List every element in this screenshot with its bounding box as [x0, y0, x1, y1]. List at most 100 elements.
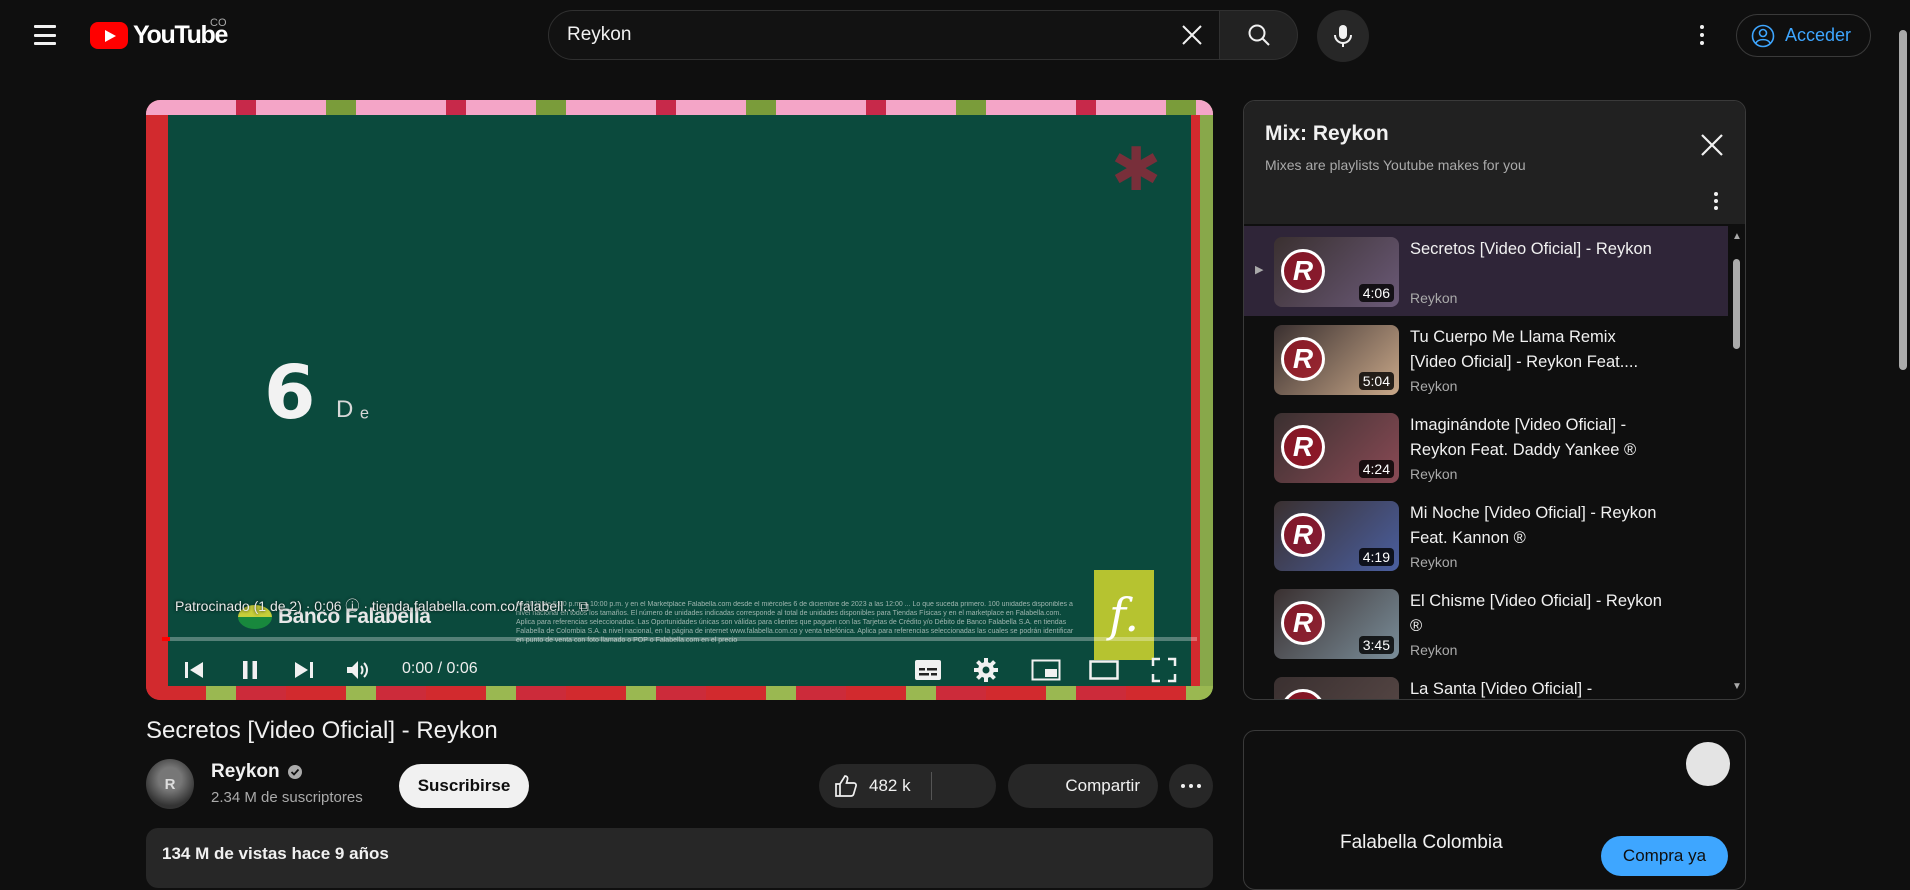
subscribe-button[interactable]: Suscribirse	[399, 764, 529, 808]
description-box[interactable]: 134 M de vistas hace 9 años	[146, 828, 1213, 888]
search-icon	[1248, 24, 1270, 46]
mix-thumbnail: R	[1274, 677, 1399, 699]
view-stats: 134 M de vistas hace 9 años	[162, 844, 389, 863]
previous-icon[interactable]	[176, 648, 212, 692]
progress-bar[interactable]	[162, 637, 1197, 641]
thumbs-up-icon	[835, 775, 857, 797]
mix-item-title: Tu Cuerpo Me Llama Remix [Video Oficial]…	[1410, 328, 1639, 371]
mix-item-channel: Reykon	[1410, 378, 1458, 394]
page-scroll-thumb[interactable]	[1899, 30, 1907, 370]
reykon-logo-icon: R	[1281, 249, 1325, 293]
country-code: CO	[210, 17, 227, 29]
voice-search-button[interactable]	[1317, 10, 1369, 62]
video-player[interactable]: ✱ 6 D ₑ f. de 2023 de 5:00 p.m. a 10:00 …	[146, 100, 1213, 700]
cta-button[interactable]: Compra ya	[1601, 836, 1728, 876]
duration-badge: 4:19	[1358, 548, 1394, 566]
mix-item-channel: Reykon	[1410, 466, 1458, 482]
mix-item-title: La Santa [Video Oficial] -	[1410, 680, 1593, 698]
share-button[interactable]: Compartir	[1008, 764, 1158, 808]
mix-thumbnail: R 4:06	[1274, 237, 1399, 307]
settings-more-icon[interactable]	[1687, 18, 1717, 52]
youtube-play-icon	[90, 22, 128, 49]
time-display: 0:00 / 0:06	[402, 660, 478, 677]
mix-title[interactable]: Mix: Reykon	[1265, 122, 1389, 146]
scroll-down-icon[interactable]: ▼	[1732, 681, 1742, 692]
subscriber-count: 2.34 M de suscriptores	[211, 789, 363, 806]
video-title: Secretos [Video Oficial] - Reykon	[146, 717, 498, 744]
mix-item[interactable]: R 3:45 El Chisme [Video Oficial] - Reykon …	[1244, 578, 1728, 668]
top-bar: YouTube CO Acceder	[0, 0, 1910, 70]
reykon-logo-icon: R	[1281, 425, 1325, 469]
more-actions-icon[interactable]	[1169, 764, 1213, 808]
scroll-up-icon[interactable]: ▲	[1732, 231, 1742, 242]
page-scrollbar[interactable]	[1895, 0, 1910, 869]
channel-avatar[interactable]: R	[146, 759, 194, 809]
sign-in-button[interactable]: Acceder	[1736, 14, 1871, 57]
theater-mode-icon[interactable]	[1086, 648, 1122, 692]
mix-item-title: Mi Noche [Video Oficial] - Reykon Feat. …	[1410, 504, 1657, 547]
mix-list: ▶ R 4:06 Secretos [Video Oficial] - Reykon R…	[1244, 224, 1745, 699]
mix-item[interactable]: R 4:24 Imaginándote [Video Oficial] - Reyk…	[1244, 402, 1728, 492]
mix-playlist-panel: Mix: Reykon Mixes are playlists Youtube …	[1243, 100, 1746, 700]
reykon-logo-icon: R	[1281, 337, 1325, 381]
duration-badge: 4:06	[1358, 284, 1394, 302]
mix-header: Mix: Reykon Mixes are playlists Youtube …	[1244, 101, 1745, 224]
settings-gear-icon[interactable]	[968, 648, 1004, 692]
avatar-letter: R	[164, 775, 176, 793]
ad-countdown-number: 6	[264, 350, 316, 436]
reykon-logo-icon: R	[1281, 513, 1325, 557]
mix-item[interactable]: R 4:19 Mi Noche [Video Oficial] - Reykon F…	[1244, 490, 1728, 580]
ad-logo	[1686, 742, 1730, 786]
mix-item-channel: Reykon	[1410, 642, 1458, 658]
progress-fill	[162, 637, 171, 641]
menu-icon[interactable]	[28, 20, 62, 50]
channel-name-text: Reykon	[211, 761, 280, 782]
mix-thumbnail: R 4:24	[1274, 413, 1399, 483]
reykon-logo-icon: R	[1281, 689, 1325, 699]
mix-scroll-thumb[interactable]	[1733, 259, 1740, 349]
sponsor-info[interactable]: Patrocinado (1 de 2) · 0:06 ⓘ · tienda.f…	[175, 596, 589, 616]
duration-badge: 5:04	[1358, 372, 1394, 390]
search-input[interactable]	[567, 11, 1127, 59]
miniplayer-icon[interactable]	[1028, 648, 1064, 692]
like-count: 482 k	[869, 776, 911, 795]
subtitles-icon[interactable]	[910, 648, 946, 692]
fullscreen-icon[interactable]	[1146, 648, 1182, 692]
dislike-button[interactable]	[931, 764, 996, 808]
verified-icon	[287, 765, 302, 779]
ad-frame-top	[146, 100, 1213, 115]
star-decoration-icon: ✱	[1111, 136, 1162, 203]
like-dislike-group: 482 k	[819, 764, 996, 808]
mix-item-title: Imaginándote [Video Oficial] - Reykon Fe…	[1410, 416, 1637, 459]
mix-item[interactable]: ▶ R 4:06 Secretos [Video Oficial] - Reykon R…	[1244, 226, 1728, 316]
clear-search-icon[interactable]	[1179, 22, 1205, 48]
like-button[interactable]: 482 k	[819, 764, 931, 808]
volume-icon[interactable]	[340, 648, 376, 692]
channel-row: R Reykon 2.34 M de suscriptores Suscribi…	[146, 759, 1216, 811]
microphone-icon	[1334, 25, 1352, 47]
advertiser-name[interactable]: Falabella Colombia	[1340, 832, 1503, 854]
close-icon[interactable]	[1698, 131, 1726, 159]
pause-icon[interactable]	[232, 648, 268, 692]
mix-item-channel: Reykon	[1410, 554, 1458, 570]
mix-thumbnail: R 5:04	[1274, 325, 1399, 395]
mix-item-title: El Chisme [Video Oficial] - Reykon ®	[1410, 592, 1662, 635]
youtube-logo[interactable]: YouTube	[90, 21, 228, 50]
mix-item[interactable]: R 5:04 Tu Cuerpo Me Llama Remix [Video Ofi…	[1244, 314, 1728, 404]
duration-badge: 3:45	[1358, 636, 1394, 654]
now-playing-icon: ▶	[1255, 264, 1264, 276]
reykon-logo-icon: R	[1281, 601, 1325, 645]
search-box	[548, 10, 1220, 60]
search-button[interactable]	[1219, 10, 1298, 60]
falabella-brand-mark: f.	[1094, 570, 1154, 660]
mix-thumbnail: R 3:45	[1274, 589, 1399, 659]
mix-item-channel: Reykon	[1410, 290, 1458, 306]
mix-thumbnail: R 4:19	[1274, 501, 1399, 571]
next-icon[interactable]	[286, 648, 322, 692]
mix-item-title: Secretos [Video Oficial] - Reykon	[1410, 240, 1652, 258]
mix-scrollbar[interactable]: ▲ ▼	[1728, 229, 1744, 699]
channel-name[interactable]: Reykon	[211, 761, 303, 783]
mix-item[interactable]: R La Santa [Video Oficial] -	[1244, 666, 1728, 699]
mix-more-icon[interactable]	[1706, 189, 1726, 213]
sign-in-label: Acceder	[1785, 25, 1852, 45]
